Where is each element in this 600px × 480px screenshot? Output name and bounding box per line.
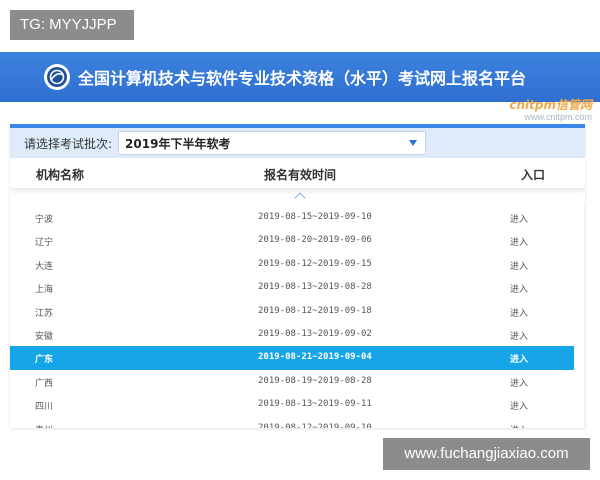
table-row[interactable]: 贵州 2019-08-12~2019-09-10 进入 <box>10 417 574 428</box>
org-name-cell: 贵州 <box>35 423 53 428</box>
watermark-url: www.cnitpm.com <box>524 112 592 122</box>
table-row[interactable]: 辽宁 2019-08-20~2019-09-06 进入 <box>10 229 574 252</box>
enter-link[interactable]: 进入 <box>510 399 528 412</box>
registration-period-cell: 2019-08-13~2019-08-28 <box>258 282 372 293</box>
registration-period-cell: 2019-08-12~2019-09-18 <box>258 305 372 316</box>
registration-period-cell: 2019-08-15~2019-09-10 <box>258 212 372 222</box>
org-name-cell: 四川 <box>35 402 54 413</box>
registration-panel: 请选择考试批次: 2019年下半年软考 机构名称 报名有效时间 入口 宁波 201… <box>10 124 585 428</box>
watermark-site-badge: www.fuchangjiaxiao.com <box>383 438 590 470</box>
registration-period-cell: 2019-08-13~2019-09-11 <box>258 399 372 410</box>
header-banner: 全国计算机技术与软件专业技术资格（水平）考试网上报名平台 <box>0 52 600 102</box>
registration-period-cell: 2019-08-19~2019-08-28 <box>258 375 372 386</box>
batch-selector-row: 请选择考试批次: 2019年下半年软考 <box>10 128 585 158</box>
chevron-down-icon[interactable] <box>409 140 418 146</box>
organization-list: 宁波 2019-08-15~2019-09-10 进入 辽宁 2019-08-20~20… <box>10 206 574 428</box>
enter-link[interactable]: 进入 <box>510 352 528 365</box>
table-row[interactable]: 上海 2019-08-13~2019-08-28 进入 <box>10 276 574 299</box>
registration-period-cell: 2019-08-12~2019-09-10 <box>258 422 372 428</box>
registration-period-cell: 2019-08-21~2019-09-04 <box>258 352 372 363</box>
cnitpm-watermark: cnitpm信管网 www.cnitpm.com <box>488 96 592 122</box>
enter-link[interactable]: 进入 <box>510 423 528 428</box>
org-name-cell: 广东 <box>35 355 54 366</box>
enter-link[interactable]: 进入 <box>510 329 528 342</box>
batch-select-dropdown[interactable]: 2019年下半年软考 <box>118 131 427 155</box>
org-name-cell: 安徽 <box>35 331 54 342</box>
enter-link[interactable]: 进入 <box>510 235 528 248</box>
table-row[interactable]: 四川 2019-08-13~2019-09-11 进入 <box>10 393 574 416</box>
registration-period-cell: 2019-08-13~2019-09-02 <box>258 328 372 339</box>
column-header-org: 机构名称 <box>36 168 85 182</box>
table-row[interactable]: 安徽 2019-08-13~2019-09-02 进入 <box>10 323 574 346</box>
enter-link[interactable]: 进入 <box>510 306 528 319</box>
column-header-time: 报名有效时间 <box>264 168 337 182</box>
table-header: 机构名称 报名有效时间 入口 <box>10 158 585 188</box>
org-name-cell: 大连 <box>35 261 54 272</box>
org-name-cell: 上海 <box>35 285 54 296</box>
chevron-up-icon[interactable] <box>294 192 306 204</box>
watermark-tg-badge: TG: MYYJJPP <box>10 10 134 40</box>
batch-selector-label: 请选择考试批次: <box>24 136 113 151</box>
watermark-brand: cnitpm信管网 <box>509 98 592 112</box>
table-row[interactable]: 广西 2019-08-19~2019-08-28 进入 <box>10 370 574 393</box>
table-row[interactable]: 宁波 2019-08-15~2019-09-10 进入 <box>10 206 574 229</box>
page-title: 全国计算机技术与软件专业技术资格（水平）考试网上报名平台 <box>78 69 527 88</box>
table-row[interactable]: 大连 2019-08-12~2019-09-15 进入 <box>10 253 574 276</box>
enter-link[interactable]: 进入 <box>510 282 528 295</box>
org-name-cell: 宁波 <box>35 215 54 225</box>
batch-select-value: 2019年下半年软考 <box>125 136 231 151</box>
table-row[interactable]: 江苏 2019-08-12~2019-09-18 进入 <box>10 300 574 323</box>
enter-link[interactable]: 进入 <box>510 212 528 225</box>
org-name-cell: 江苏 <box>35 308 54 319</box>
org-name-cell: 辽宁 <box>35 238 54 249</box>
enter-link[interactable]: 进入 <box>510 259 528 272</box>
exam-emblem-icon <box>44 64 70 90</box>
table-row[interactable]: 广东 2019-08-21~2019-09-04 进入 <box>10 346 574 370</box>
registration-period-cell: 2019-08-12~2019-09-15 <box>258 258 372 269</box>
org-name-cell: 广西 <box>35 378 54 389</box>
enter-link[interactable]: 进入 <box>510 376 528 389</box>
column-header-entry: 入口 <box>521 168 546 182</box>
registration-period-cell: 2019-08-20~2019-09-06 <box>258 235 372 246</box>
